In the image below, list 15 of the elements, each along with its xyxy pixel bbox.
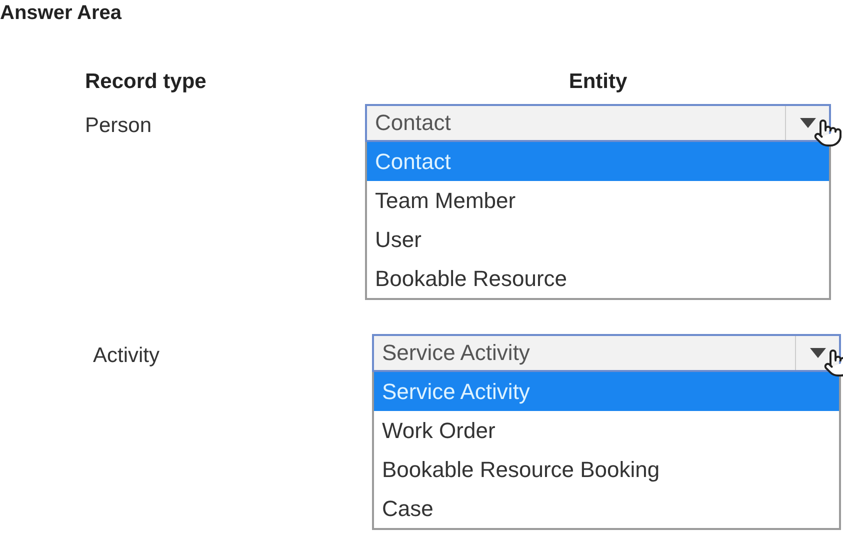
record-type-label: Activity — [93, 342, 161, 368]
dropdown-field[interactable]: Service Activity — [372, 334, 841, 372]
dropdown-option[interactable]: Case — [374, 488, 839, 528]
dropdown-option[interactable]: Team Member — [367, 180, 829, 220]
dropdown-option[interactable]: Work Order — [374, 410, 839, 450]
dropdown-option[interactable]: Bookable Resource Booking — [374, 450, 839, 488]
dropdown-arrow-icon — [810, 348, 826, 358]
column-header: Record type — [85, 69, 208, 95]
dropdown-option[interactable]: User — [367, 220, 829, 258]
dropdown-field[interactable]: Contact — [365, 104, 831, 142]
dropdown-option[interactable]: Bookable Resource — [367, 258, 829, 298]
column-header: Entity — [568, 69, 628, 95]
dropdown-arrow-icon — [800, 118, 816, 128]
answer-area-title: Answer Area — [0, 1, 122, 26]
record-type-label: Person — [85, 112, 153, 138]
